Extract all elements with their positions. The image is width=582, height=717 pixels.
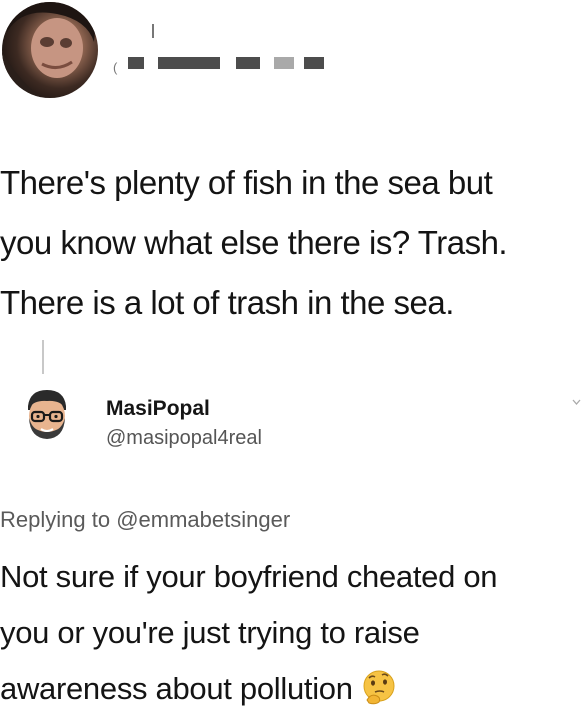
replying-to-line: Replying to @emmabetsinger [0, 507, 290, 533]
original-tweet-text: There's plenty of fish in the sea but yo… [0, 153, 580, 333]
thinking-face-emoji-icon [363, 670, 395, 705]
redacted-name-block [274, 57, 294, 69]
bearded-man-avatar-icon [17, 385, 77, 445]
avatar-photo-icon [2, 2, 98, 98]
chevron-down-icon[interactable] [572, 398, 581, 407]
redacted-name-block [128, 57, 144, 69]
reply-display-name[interactable]: MasiPopal [106, 397, 210, 421]
tweet-line: you or you're just trying to raise [0, 615, 420, 650]
tweet-line-text: awareness about pollution [0, 671, 353, 706]
tweet-line: There's plenty of fish in the sea but [0, 164, 493, 201]
redacted-name-block [236, 57, 260, 69]
thread-connector-line [42, 340, 44, 374]
tweet-line: awareness about pollution [0, 661, 580, 717]
tweet-line: Not sure if your boyfriend cheated on [0, 559, 498, 594]
replying-to-mention-link[interactable]: @emmabetsinger [116, 507, 290, 532]
reply-tweet-text: Not sure if your boyfriend cheated on yo… [0, 549, 580, 717]
tweet-line: There is a lot of trash in the sea. [0, 284, 454, 321]
replying-to-label: Replying to [0, 507, 111, 532]
redacted-name-block [304, 57, 324, 69]
redaction-paren: ( [113, 60, 118, 75]
original-author-avatar[interactable] [2, 2, 98, 98]
redaction-mark [152, 24, 154, 38]
reply-handle[interactable]: @masipopal4real [106, 427, 262, 450]
redacted-name-block [158, 57, 220, 69]
reply-author-avatar[interactable] [16, 384, 78, 446]
tweet-line: you know what else there is? Trash. [0, 224, 508, 261]
